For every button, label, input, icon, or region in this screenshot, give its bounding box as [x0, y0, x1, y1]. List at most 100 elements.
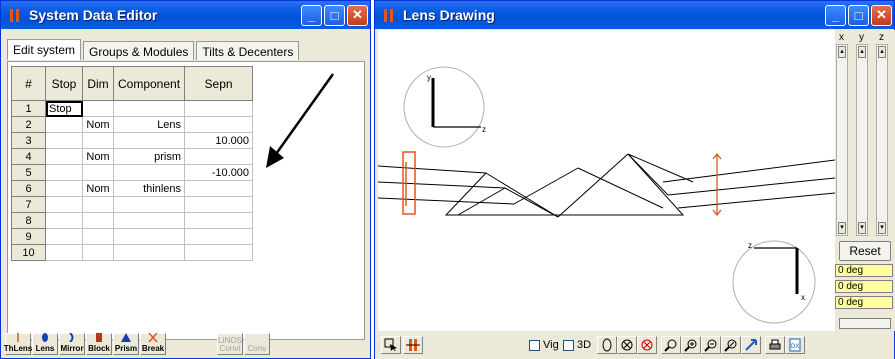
stop-cell[interactable] [45, 228, 83, 245]
lens-shape-icon[interactable] [597, 336, 617, 354]
sepn-cell[interactable]: 10.000 [184, 132, 254, 149]
scroll-up-icon[interactable]: ▴ [878, 46, 886, 58]
selection-tool-icon[interactable] [381, 336, 401, 354]
sepn-cell[interactable] [184, 148, 254, 165]
table-row[interactable]: 10 [11, 244, 254, 261]
stop-cell[interactable] [45, 196, 83, 213]
thinlens-element[interactable] [712, 152, 722, 217]
component-cell[interactable]: Lens [112, 116, 186, 133]
reset-button[interactable]: Reset [839, 241, 891, 261]
row-number-cell[interactable]: 2 [11, 116, 46, 133]
col-header-component[interactable]: Component [112, 66, 186, 101]
break-button[interactable]: Break [140, 332, 166, 355]
table-row[interactable]: 9 [11, 228, 254, 245]
table-row[interactable]: 6 Nom thinlens [11, 180, 254, 197]
angle-z-field[interactable]: 0 deg [835, 296, 893, 309]
minimize-button[interactable]: _ [825, 4, 846, 26]
close-button[interactable]: ✕ [347, 4, 368, 26]
sepn-cell[interactable] [184, 100, 254, 117]
stop-cell[interactable] [45, 148, 83, 165]
component-cell[interactable] [112, 100, 186, 117]
sepn-cell[interactable] [184, 116, 254, 133]
mirror-button[interactable]: Mirror [59, 332, 85, 355]
stop-cell[interactable]: Stop [45, 100, 83, 117]
close-button[interactable]: ✕ [871, 4, 892, 26]
stop-cell[interactable] [45, 132, 83, 149]
horizontal-scrollbar[interactable] [839, 318, 891, 329]
row-number-cell[interactable]: 3 [11, 132, 46, 149]
scroll-down-icon[interactable]: ▾ [858, 222, 866, 234]
sepn-cell[interactable]: -10.000 [184, 164, 254, 181]
minimize-button[interactable]: _ [301, 4, 322, 26]
rotate-x-scrollbar[interactable]: ▴ ▾ [836, 44, 848, 236]
stop-cell[interactable] [45, 212, 83, 229]
row-number-cell[interactable]: 7 [11, 196, 46, 213]
table-row[interactable]: 3 10.000 [11, 132, 254, 149]
dim-cell[interactable]: Nom [82, 116, 114, 133]
dim-cell[interactable] [82, 212, 114, 229]
row-number-cell[interactable]: 10 [11, 244, 46, 261]
col-header-dim[interactable]: Dim [82, 66, 114, 101]
component-cell[interactable]: prism [112, 148, 186, 165]
print-icon[interactable] [765, 336, 785, 354]
component-cell[interactable] [112, 164, 186, 181]
tab-tilts-decenters[interactable]: Tilts & Decenters [196, 41, 300, 60]
dim-cell[interactable]: Nom [82, 180, 114, 197]
angle-x-field[interactable]: 0 deg [835, 264, 893, 277]
tab-groups-modules[interactable]: Groups & Modules [83, 41, 195, 60]
component-cell[interactable] [112, 228, 186, 245]
dim-cell[interactable] [82, 132, 114, 149]
sepn-cell[interactable] [184, 228, 254, 245]
dim-cell[interactable] [82, 228, 114, 245]
tab-edit-system[interactable]: Edit system [7, 39, 82, 60]
dim-cell[interactable] [82, 244, 114, 261]
vig-checkbox[interactable] [529, 340, 540, 351]
stop-cell[interactable] [45, 116, 83, 133]
zoom-reset-icon[interactable] [721, 336, 741, 354]
scroll-down-icon[interactable]: ▾ [838, 222, 846, 234]
angle-y-field[interactable]: 0 deg [835, 280, 893, 293]
dxf-export-icon[interactable]: DX [785, 336, 805, 354]
conv-button[interactable]: Conv [244, 333, 270, 355]
scroll-up-icon[interactable]: ▴ [858, 46, 866, 58]
dim-cell[interactable] [82, 164, 114, 181]
zoom-in-icon[interactable] [681, 336, 701, 354]
maximize-button[interactable]: □ [848, 4, 869, 26]
rotate-z-scrollbar[interactable]: ▴ ▾ [876, 44, 888, 236]
table-row[interactable]: 1 Stop [11, 100, 254, 117]
col-header-number[interactable]: # [11, 66, 46, 101]
component-cell[interactable]: thinlens [112, 180, 186, 197]
circle-x-icon[interactable] [617, 336, 637, 354]
dim-cell[interactable]: Nom [82, 148, 114, 165]
circle-x-red-icon[interactable] [637, 336, 657, 354]
prism-button[interactable]: Prism [113, 333, 139, 355]
row-number-cell[interactable]: 5 [11, 164, 46, 181]
stop-cell[interactable] [45, 164, 83, 181]
table-row[interactable]: 4 Nom prism [11, 148, 254, 165]
row-number-cell[interactable]: 9 [11, 228, 46, 245]
zoom-icon[interactable] [661, 336, 681, 354]
row-number-cell[interactable]: 1 [11, 100, 46, 117]
component-cell[interactable] [112, 132, 186, 149]
sepn-cell[interactable] [184, 244, 254, 261]
lens-button[interactable]: Lens [32, 333, 58, 355]
table-row[interactable]: 2 Nom Lens [11, 116, 254, 133]
dim-cell[interactable] [82, 100, 114, 117]
rotate-y-scrollbar[interactable]: ▴ ▾ [856, 44, 868, 236]
sepn-cell[interactable] [184, 180, 254, 197]
component-cell[interactable] [112, 196, 186, 213]
oslo-layout-icon[interactable] [403, 336, 423, 354]
3d-checkbox[interactable] [563, 340, 574, 351]
dim-cell[interactable] [82, 196, 114, 213]
zoom-out-icon[interactable] [701, 336, 721, 354]
col-header-sepn[interactable]: Sepn [184, 66, 254, 101]
scroll-down-icon[interactable]: ▾ [878, 222, 886, 234]
table-row[interactable]: 7 [11, 196, 254, 213]
scroll-up-icon[interactable]: ▴ [838, 46, 846, 58]
table-row[interactable]: 5 -10.000 [11, 164, 254, 181]
row-number-cell[interactable]: 4 [11, 148, 46, 165]
row-number-cell[interactable]: 6 [11, 180, 46, 197]
row-number-cell[interactable]: 8 [11, 212, 46, 229]
title-bar[interactable]: System Data Editor _ □ ✕ [1, 1, 370, 29]
stop-cell[interactable] [45, 180, 83, 197]
